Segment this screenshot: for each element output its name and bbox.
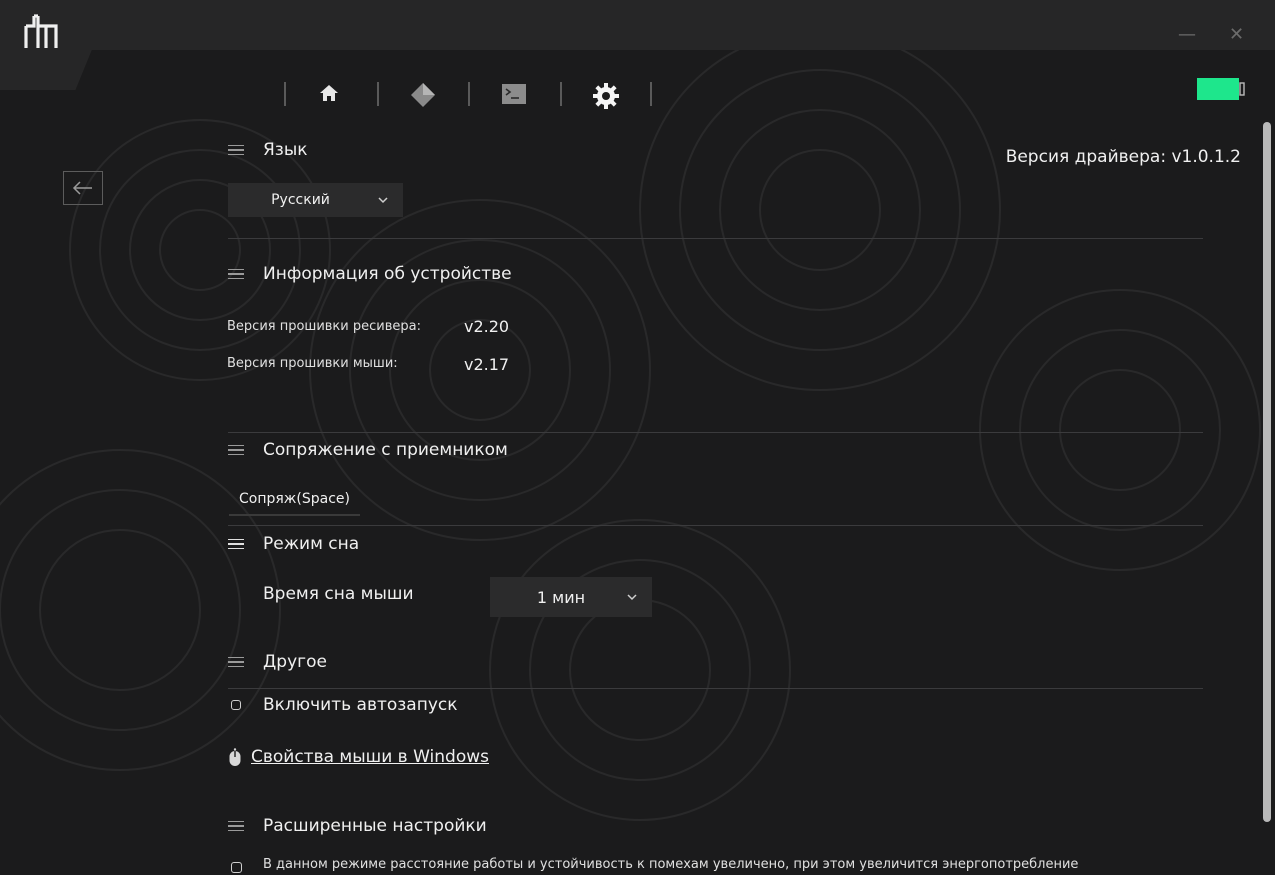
menu-lines-icon [228,444,244,456]
autostart-label: Включить автозапуск [263,695,458,715]
minimize-button[interactable]: — [1178,26,1196,44]
sleep-time-label: Время сна мыши [263,584,414,604]
divider [228,688,1203,689]
mouse-properties-link[interactable]: Свойства мыши в Windows [251,747,489,767]
mouse-firmware-label: Версия прошивки мыши: [227,356,398,371]
divider [228,238,1203,239]
menu-lines-icon [228,656,244,668]
language-selected: Русский [271,192,330,208]
nav-separator [377,82,379,106]
terminal-icon[interactable] [501,82,527,110]
menu-lines-icon [228,268,244,280]
diamond-icon[interactable] [410,82,436,112]
chevron-down-icon [378,197,388,204]
scrollbar-thumb[interactable] [1263,122,1271,822]
nav-separator [468,82,470,106]
gear-icon[interactable] [592,82,620,114]
sleep-time-dropdown[interactable]: 1 мин [490,577,652,617]
title-bar [0,0,1275,50]
long-range-checkbox[interactable] [231,862,242,873]
section-title: Информация об устройстве [263,264,512,284]
nav-separator [284,82,286,106]
section-title: Режим сна [263,534,360,554]
arrow-left-icon [72,181,92,195]
list-icon [228,538,244,550]
section-device-info: Информация об устройстве [228,264,512,284]
battery-icon [1197,78,1245,100]
menu-lines-icon [228,144,244,156]
mouse-firmware-value: v2.17 [464,355,510,374]
menu-lines-icon [228,820,244,832]
section-other: Другое [228,652,327,672]
section-pairing: Сопряжение с приемником [228,440,508,460]
top-nav [0,78,1275,112]
section-sleep: Режим сна [228,534,359,554]
brand-logo-icon [24,14,58,48]
section-title: Сопряжение с приемником [263,440,508,460]
receiver-firmware-label: Версия прошивки ресивера: [227,319,421,334]
close-button[interactable]: ✕ [1229,26,1244,44]
pair-button[interactable]: Сопряж(Space) [229,486,361,516]
chevron-down-icon [627,594,637,601]
back-button[interactable] [63,171,103,205]
receiver-firmware-value: v2.20 [464,317,510,336]
section-title: Другое [263,652,327,672]
divider [228,432,1203,433]
section-advanced: Расширенные настройки [228,816,487,836]
sleep-time-selected: 1 мин [536,587,586,607]
section-language: Язык [228,140,308,160]
section-title: Расширенные настройки [263,816,487,836]
section-title: Язык [263,140,308,160]
divider [228,525,1203,526]
nav-separator [560,82,562,106]
nav-separator [650,82,652,106]
long-range-description: В данном режиме расстояние работы и усто… [263,857,1079,872]
driver-version: Версия драйвера: v1.0.1.2 [1005,147,1241,167]
language-dropdown[interactable]: Русский [228,183,403,217]
mouse-icon [229,748,241,766]
autostart-checkbox[interactable] [231,700,241,710]
home-icon[interactable] [318,82,340,108]
background-pattern [0,50,1261,821]
